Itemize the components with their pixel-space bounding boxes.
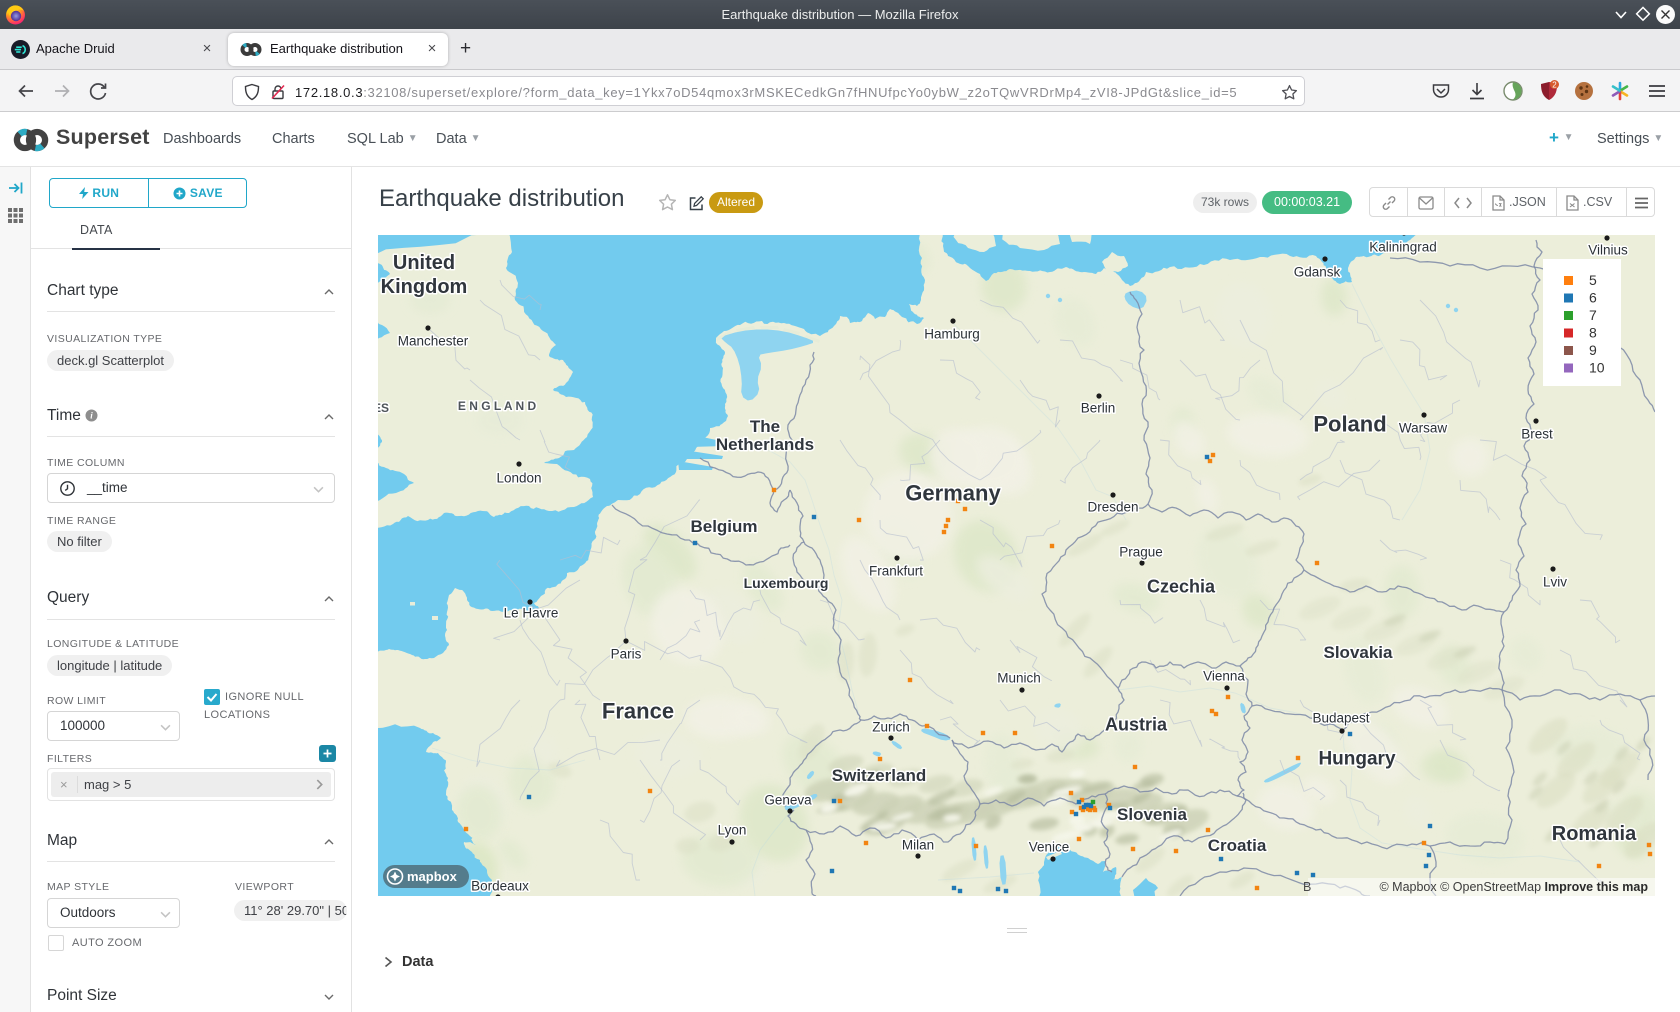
svg-text:Lyon: Lyon bbox=[718, 823, 747, 838]
svg-text:France: France bbox=[602, 699, 674, 724]
svg-text:Switzerland: Switzerland bbox=[832, 766, 926, 785]
svg-text:B: B bbox=[1303, 880, 1311, 894]
svg-text:Budapest: Budapest bbox=[1312, 711, 1369, 726]
svg-text:Milan: Milan bbox=[902, 838, 934, 853]
svg-text:Austria: Austria bbox=[1105, 714, 1168, 734]
svg-text:London: London bbox=[496, 471, 541, 486]
svg-text:Belgium: Belgium bbox=[690, 517, 757, 536]
svg-text:Netherlands: Netherlands bbox=[716, 435, 814, 454]
svg-text:Gdansk: Gdansk bbox=[1294, 265, 1341, 280]
svg-text:Munich: Munich bbox=[997, 671, 1041, 686]
svg-text:United: United bbox=[393, 252, 455, 274]
svg-text:Romania: Romania bbox=[1552, 823, 1637, 845]
svg-text:2: 2 bbox=[1552, 80, 1557, 89]
svg-text:Hamburg: Hamburg bbox=[924, 327, 980, 342]
svg-text:Luxembourg: Luxembourg bbox=[744, 575, 829, 591]
svg-text:Warsaw: Warsaw bbox=[1399, 421, 1448, 436]
svg-text:Kingdom: Kingdom bbox=[381, 276, 468, 298]
svg-text:Kaliningrad: Kaliningrad bbox=[1369, 240, 1437, 255]
svg-text:The: The bbox=[750, 417, 780, 436]
svg-text:E N G L A N D: E N G L A N D bbox=[458, 399, 537, 413]
svg-text:ES: ES bbox=[378, 401, 389, 415]
svg-text:Slovenia: Slovenia bbox=[1117, 805, 1187, 824]
svg-text:Germany: Germany bbox=[905, 481, 1001, 506]
svg-text:10: 10 bbox=[1589, 360, 1605, 376]
svg-text:Vilnius: Vilnius bbox=[1588, 243, 1628, 258]
svg-text:Berlin: Berlin bbox=[1081, 401, 1116, 416]
svg-text:9: 9 bbox=[1589, 342, 1597, 358]
svg-text:Lviv: Lviv bbox=[1543, 575, 1567, 590]
svg-text:Bordeaux: Bordeaux bbox=[471, 879, 529, 894]
svg-text:Manchester: Manchester bbox=[398, 334, 469, 349]
svg-text:Frankfurt: Frankfurt bbox=[869, 564, 923, 579]
svg-text:Paris: Paris bbox=[611, 647, 642, 662]
svg-text:mapbox: mapbox bbox=[407, 869, 458, 884]
svg-text:Geneva: Geneva bbox=[764, 793, 812, 808]
svg-text:Dresden: Dresden bbox=[1087, 500, 1138, 515]
svg-text:© Mapbox © OpenStreetMap Impro: © Mapbox © OpenStreetMap Improve this ma… bbox=[1379, 880, 1648, 894]
svg-text:Venice: Venice bbox=[1029, 840, 1070, 855]
svg-text:Zurich: Zurich bbox=[872, 720, 910, 735]
svg-text:Czechia: Czechia bbox=[1147, 576, 1216, 596]
svg-text:8: 8 bbox=[1589, 325, 1597, 341]
svg-text:Poland: Poland bbox=[1313, 412, 1386, 437]
svg-text:5: 5 bbox=[1589, 272, 1597, 288]
svg-text:Slovakia: Slovakia bbox=[1324, 643, 1394, 662]
svg-text:Croatia: Croatia bbox=[1208, 836, 1267, 855]
svg-text:7: 7 bbox=[1589, 307, 1597, 323]
svg-text:Prague: Prague bbox=[1119, 545, 1163, 560]
svg-text:Le Havre: Le Havre bbox=[504, 606, 559, 621]
svg-text:6: 6 bbox=[1589, 290, 1597, 306]
svg-text:Brest: Brest bbox=[1521, 427, 1553, 442]
svg-text:Vienna: Vienna bbox=[1203, 669, 1245, 684]
svg-text:Hungary: Hungary bbox=[1318, 749, 1396, 770]
